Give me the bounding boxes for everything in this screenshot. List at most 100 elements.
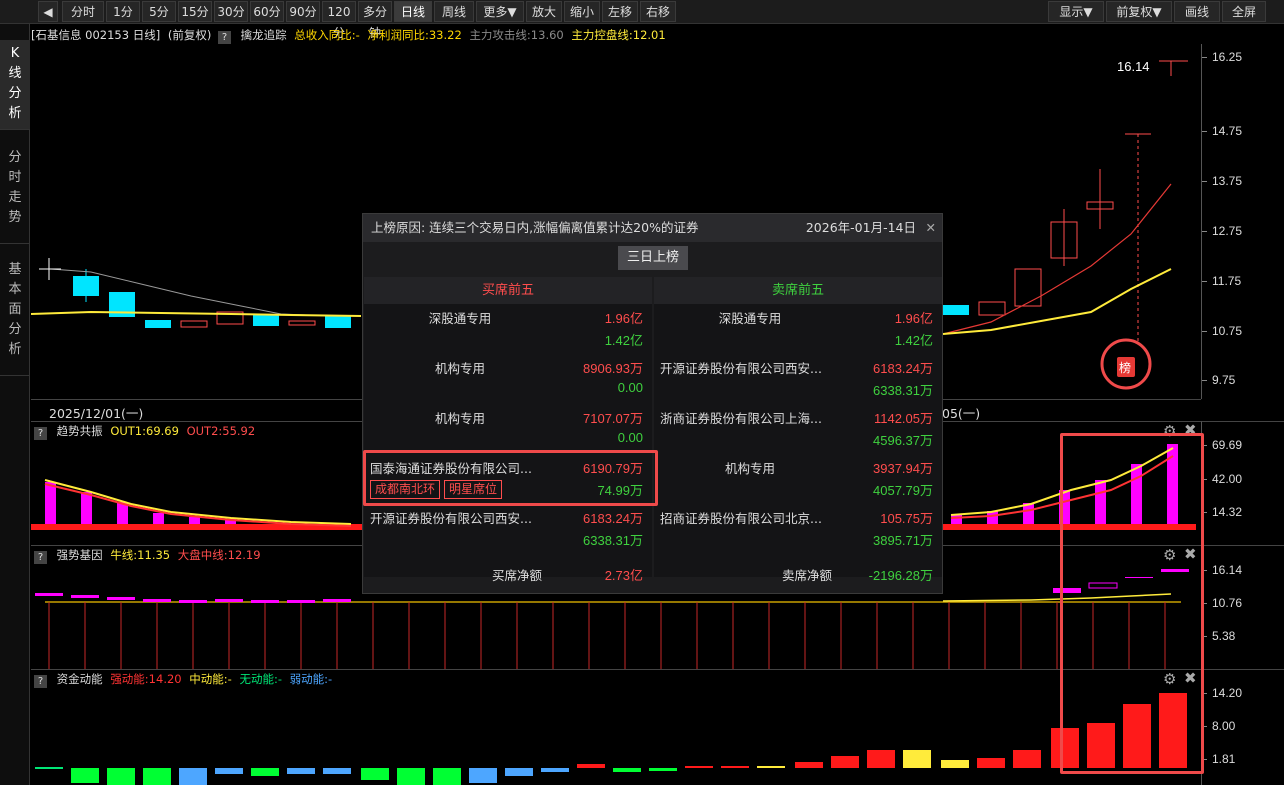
capital-bar bbox=[685, 766, 713, 768]
seat-row[interactable]: 深股通专用 1.96亿 1.42亿 bbox=[654, 304, 942, 354]
toolbar-button[interactable]: 120分 bbox=[322, 1, 356, 40]
seat-name: 招商证券股份有限公司北京... bbox=[660, 511, 822, 526]
back-arrow-button[interactable]: ◀ bbox=[38, 1, 58, 22]
seat-row[interactable]: 机构专用 7107.07万 0.00 bbox=[364, 404, 652, 454]
seat-row[interactable]: 国泰海通证券股份有限公司... 6190.79万 74.99万 成都南北环 明星席位 bbox=[364, 454, 652, 504]
seat-row[interactable]: 深股通专用 1.96亿 1.42亿 bbox=[364, 304, 652, 354]
seat-row[interactable]: 浙商证券股份有限公司上海... 1142.05万 4596.37万 bbox=[654, 404, 942, 454]
help-icon[interactable]: ? bbox=[34, 427, 47, 440]
seat-amount-secondary: 0.00 bbox=[617, 430, 643, 445]
seat-row[interactable]: 开源证券股份有限公司西安... 6183.24万 6338.31万 bbox=[654, 354, 942, 404]
tab-kline-analysis[interactable]: K线分析 bbox=[0, 40, 30, 130]
popup-date: 2026年-01月-14日 bbox=[805, 220, 916, 235]
buy-seats-title: 买席前五 bbox=[364, 277, 652, 304]
attack-line: 主力攻击线:13.60 bbox=[469, 28, 564, 42]
popup-titlebar: 上榜原因: 连续三个交易日内,涨幅偏离值累计达20%的证券 2026年-01月-… bbox=[363, 214, 942, 242]
three-day-button[interactable]: 三日上榜 bbox=[618, 246, 688, 270]
panel-strength-title: 强势基因 bbox=[56, 548, 103, 562]
panel-strength-close-icon[interactable]: ✖ bbox=[1184, 545, 1197, 563]
strength-mark bbox=[1125, 577, 1153, 578]
trend-bar bbox=[153, 513, 164, 524]
panel-strength-market: 大盘中线:12.19 bbox=[177, 548, 261, 562]
candle bbox=[288, 320, 316, 326]
panel-capital-close-icon[interactable]: ✖ bbox=[1184, 669, 1197, 687]
toolbar-button[interactable]: 周线 bbox=[434, 1, 474, 22]
toolbar-button[interactable]: 多分钟 bbox=[358, 1, 392, 40]
seat-amount-secondary: 1.42亿 bbox=[894, 333, 933, 348]
capital-bar bbox=[469, 768, 497, 783]
sell-seats-column: 卖席前五 深股通专用 1.96亿 1.42亿 开源证券股份有限公司西安... 6183.… bbox=[654, 277, 942, 577]
seat-amount: 6183.24万 bbox=[873, 361, 933, 376]
seat-name: 深股通专用 bbox=[718, 311, 782, 326]
toolbar-button[interactable]: 更多▼ bbox=[476, 1, 524, 22]
seat-row[interactable]: 机构专用 8906.93万 0.00 bbox=[364, 354, 652, 404]
toolbar-button[interactable]: 缩小 bbox=[564, 1, 600, 22]
sell-seats-title: 卖席前五 bbox=[654, 277, 942, 304]
toolbar-button[interactable]: 30分 bbox=[214, 1, 248, 22]
strength-mark bbox=[215, 599, 243, 602]
capital-bar bbox=[903, 750, 931, 768]
tab-intraday-trend[interactable]: 分时走势 bbox=[0, 144, 30, 244]
toolbar-button[interactable]: 分时 bbox=[62, 1, 104, 22]
profit-yoy: 净利润同比:33.22 bbox=[367, 28, 462, 42]
panel-capital-settings-icon[interactable]: ⚙ bbox=[1163, 670, 1176, 688]
toolbar-button[interactable]: 日线 bbox=[394, 1, 432, 22]
toolbar-right-button[interactable]: 显示▼ bbox=[1048, 1, 1104, 22]
seat-name: 机构专用 bbox=[434, 411, 485, 426]
capital-bar bbox=[1051, 728, 1079, 768]
seat-amount-secondary: 4057.79万 bbox=[873, 483, 933, 498]
help-icon[interactable]: ? bbox=[34, 551, 47, 564]
seat-row[interactable]: 开源证券股份有限公司西安... 6183.24万 6338.31万 bbox=[364, 504, 652, 554]
capital-chart[interactable] bbox=[31, 688, 1201, 785]
tab-fundamental-analysis[interactable]: 基本面分析 bbox=[0, 256, 30, 376]
toolbar-right-button[interactable]: 全屏 bbox=[1222, 1, 1266, 22]
trend-tick: 42.00 bbox=[1201, 472, 1243, 486]
trend-axis: 69.69 42.00 14.32 bbox=[1201, 421, 1284, 545]
capital-bar bbox=[1013, 750, 1041, 768]
capital-bar bbox=[1087, 723, 1115, 768]
indicator-name: 擒龙追踪 bbox=[240, 28, 287, 42]
panel-trend-settings-icon[interactable]: ⚙ bbox=[1163, 422, 1176, 440]
left-sidebar: K线分析 分时走势 基本面分析 bbox=[0, 24, 30, 785]
date-label-right: 05(一) bbox=[942, 406, 981, 421]
trend-bar bbox=[45, 482, 56, 524]
strength-mark bbox=[1088, 582, 1118, 589]
strength-mark bbox=[107, 597, 135, 600]
panel-strength-settings-icon[interactable]: ⚙ bbox=[1163, 546, 1176, 564]
price-tick: 13.75 bbox=[1201, 174, 1243, 188]
strength-tick: 10.76 bbox=[1201, 596, 1243, 610]
toolbar-button[interactable]: 5分 bbox=[142, 1, 176, 22]
candle bbox=[253, 314, 279, 326]
toolbar-button[interactable]: 1分 bbox=[106, 1, 140, 22]
seat-row[interactable]: 机构专用 3937.94万 4057.79万 bbox=[654, 454, 942, 504]
ranking-badge-label: 榜 bbox=[1119, 360, 1131, 375]
help-icon[interactable]: ? bbox=[34, 675, 47, 688]
panel-trend-close-icon[interactable]: ✖ bbox=[1184, 421, 1197, 439]
buy-seats-column: 买席前五 深股通专用 1.96亿 1.42亿 机构专用 8906.93万 0.00 机构专用… bbox=[364, 277, 652, 577]
seat-row[interactable]: 招商证券股份有限公司北京... 105.75万 3895.71万 bbox=[654, 504, 942, 554]
toolbar-button[interactable]: 放大 bbox=[526, 1, 562, 22]
popup-close-icon[interactable]: ✕ bbox=[926, 214, 936, 242]
toolbar-button[interactable]: 90分 bbox=[286, 1, 320, 22]
panel-trend-title: 趋势共振 bbox=[56, 424, 103, 438]
toolbar-button[interactable]: 左移 bbox=[602, 1, 638, 22]
toolbar-button[interactable]: 15分 bbox=[178, 1, 212, 22]
seat-tag[interactable]: 成都南北环 bbox=[370, 480, 441, 499]
buy-net-row: 买席净额 2.73亿 bbox=[364, 557, 652, 587]
price-tick: 9.75 bbox=[1201, 373, 1236, 387]
help-icon[interactable]: ? bbox=[217, 31, 231, 44]
capital-bar bbox=[433, 768, 461, 785]
seat-amount-secondary: 6338.31万 bbox=[583, 533, 643, 548]
strength-stems bbox=[48, 602, 1166, 669]
baseline-bar bbox=[943, 524, 1196, 530]
seat-amount: 6183.24万 bbox=[583, 511, 643, 526]
toolbar-button[interactable]: 60分 bbox=[250, 1, 284, 22]
toolbar-right-button[interactable]: 前复权▼ bbox=[1106, 1, 1172, 22]
toolbar-button[interactable]: 右移 bbox=[640, 1, 676, 22]
toolbar-right-button[interactable]: 画线 bbox=[1174, 1, 1220, 22]
capital-tick: 1.81 bbox=[1201, 752, 1236, 766]
seat-name: 浙商证券股份有限公司上海... bbox=[660, 411, 822, 426]
strength-mark bbox=[323, 599, 351, 602]
strength-mark bbox=[251, 600, 279, 603]
star-seat-tag[interactable]: 明星席位 bbox=[444, 480, 503, 499]
